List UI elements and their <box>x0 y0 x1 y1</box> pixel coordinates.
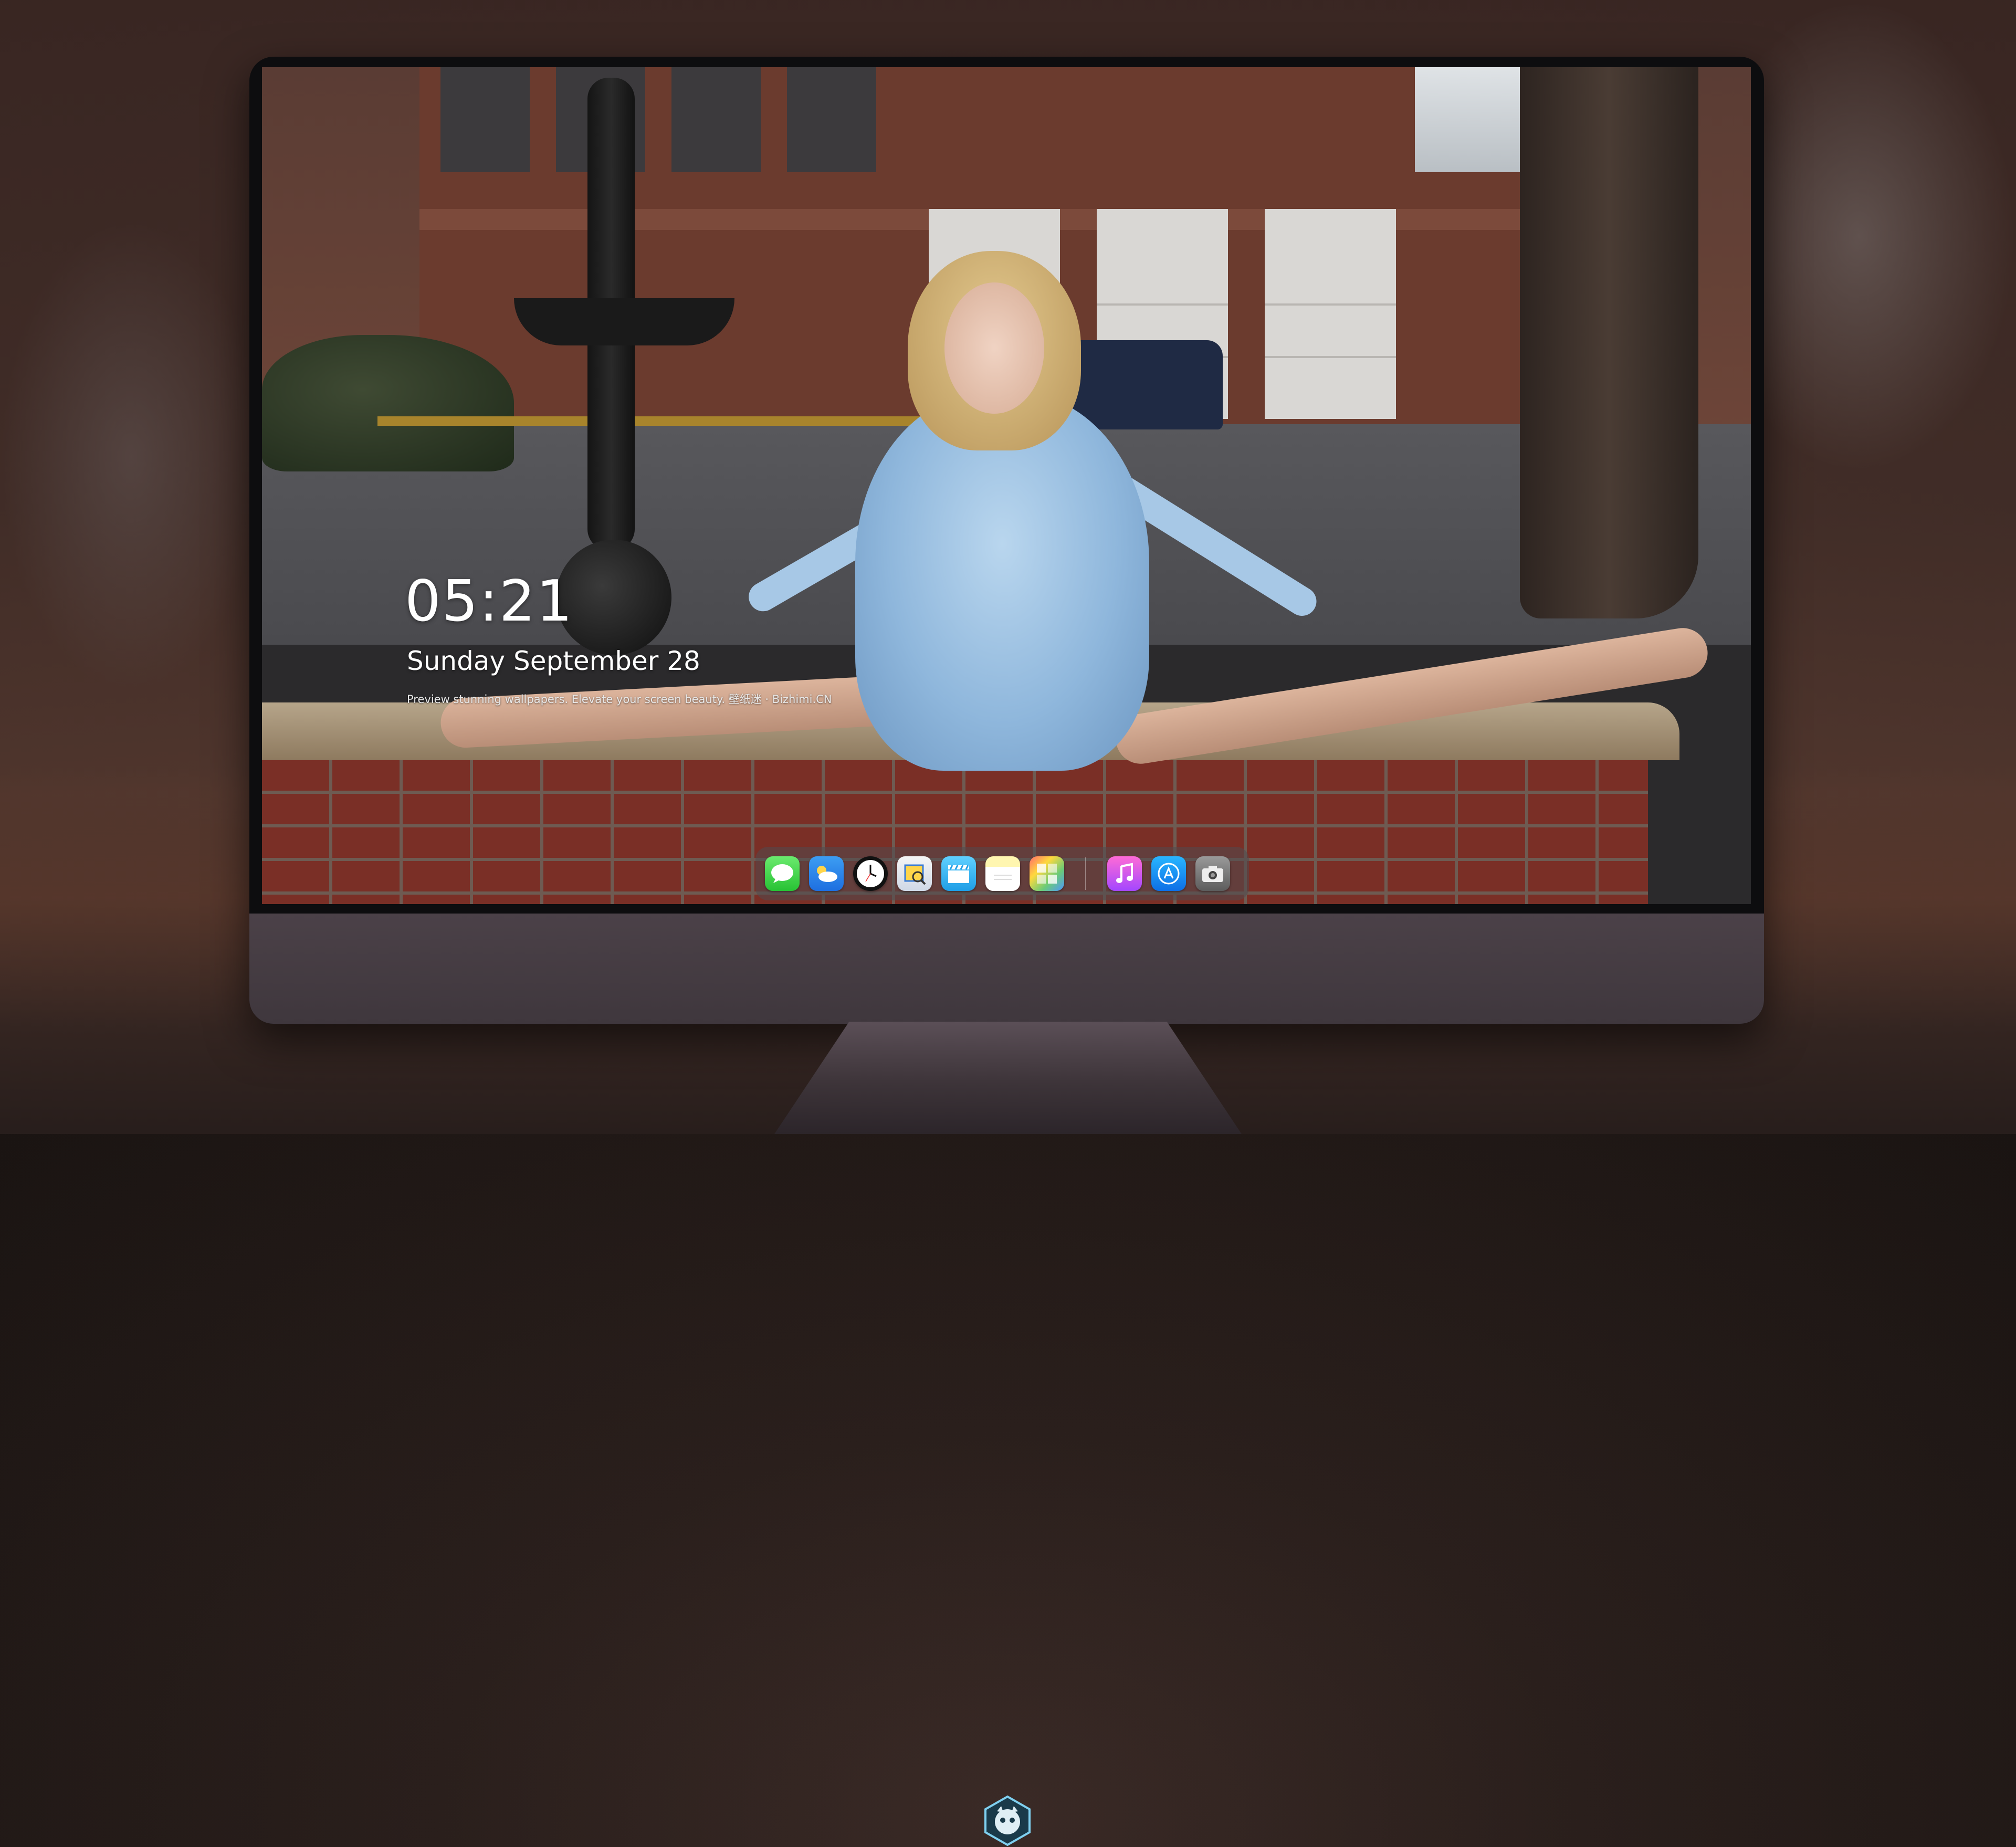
photo-grid-icon <box>1037 864 1057 884</box>
screen: 05:21 Sunday September 28 Preview stunni… <box>262 67 1751 904</box>
preview-icon[interactable] <box>897 856 932 891</box>
camera-icon[interactable] <box>1195 856 1230 891</box>
clapperboard-icon <box>948 865 969 883</box>
dock <box>755 847 1249 900</box>
building-window <box>440 67 530 172</box>
background-blur-left <box>0 221 262 693</box>
mascot-logo-icon <box>984 1795 1031 1846</box>
lockscreen-time: 05:21 <box>405 569 574 634</box>
dancer-face <box>944 282 1044 414</box>
clapper-icon[interactable] <box>941 856 976 891</box>
monitor-chin <box>249 914 1764 1846</box>
app-store-a-icon <box>1158 863 1180 885</box>
appstore-icon[interactable] <box>1151 856 1186 891</box>
weather-icon[interactable] <box>809 856 844 891</box>
garage-door <box>1265 209 1396 419</box>
clock-face-icon <box>857 860 884 887</box>
clock-icon[interactable] <box>853 856 888 891</box>
building-window <box>787 67 876 172</box>
lockscreen-date: Sunday September 28 <box>407 646 700 676</box>
building-window <box>671 67 761 172</box>
cloud-icon <box>817 866 837 882</box>
hedge <box>262 335 514 471</box>
lockscreen-tagline: Preview stunning wallpapers. Elevate you… <box>407 693 832 706</box>
monitor: 05:21 Sunday September 28 Preview stunni… <box>249 57 1764 1846</box>
tree-trunk <box>1520 67 1698 618</box>
music-note-icon <box>1116 863 1133 883</box>
photobooth-icon[interactable] <box>1030 856 1064 891</box>
fountain-bowl <box>514 298 734 345</box>
dock-separator <box>1085 857 1086 890</box>
magnifier-photo-icon <box>904 864 926 885</box>
notepad-icon <box>994 875 1012 880</box>
notes-icon[interactable] <box>985 856 1020 891</box>
monitor-stand <box>774 1022 1242 1134</box>
camera-body-icon <box>1202 866 1223 882</box>
messages-icon[interactable] <box>765 856 800 891</box>
speech-bubble-icon <box>771 864 793 883</box>
music-icon[interactable] <box>1107 856 1142 891</box>
